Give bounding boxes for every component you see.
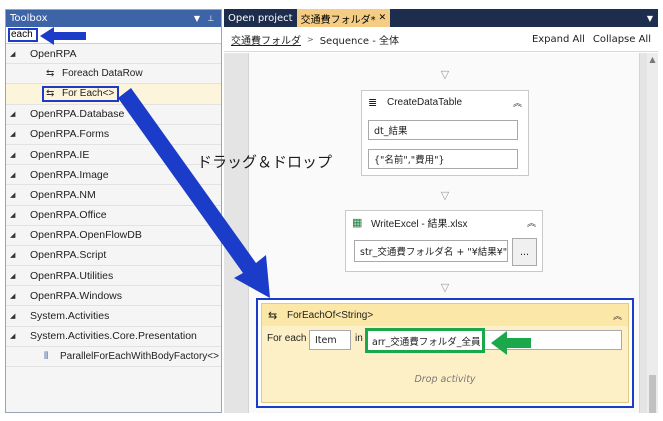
annotation-arrows — [40, 27, 531, 355]
collection-pointer-arrow — [491, 331, 531, 355]
drag-path-arrow — [118, 88, 270, 298]
search-pointer-arrow — [40, 27, 86, 45]
